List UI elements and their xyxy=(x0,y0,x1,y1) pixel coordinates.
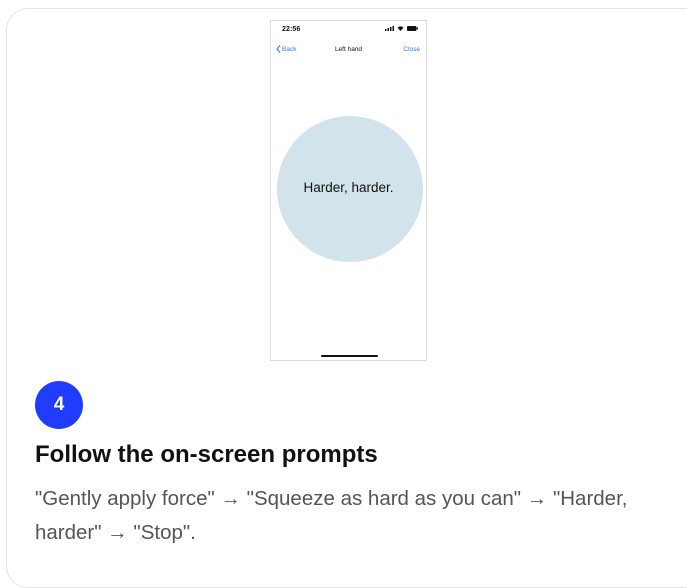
status-bar: 22:56 xyxy=(271,21,426,37)
step-title: Follow the on-screen prompts xyxy=(35,441,378,468)
close-button[interactable]: Close xyxy=(403,46,420,53)
signal-icon xyxy=(385,26,394,31)
nav-bar: Back Left hand Close xyxy=(271,43,426,59)
battery-icon xyxy=(407,26,418,31)
wifi-icon xyxy=(397,26,404,31)
phone-screenshot: 22:56 Back Left hand Close Harder, harde… xyxy=(270,20,427,361)
status-icons xyxy=(385,26,418,31)
step-number-badge: 4 xyxy=(35,381,83,429)
status-time: 22:56 xyxy=(282,26,301,33)
prompt-text: Harder, harder. xyxy=(303,180,394,195)
step-description: "Gently apply force" → "Squeeze as hard … xyxy=(35,487,628,544)
home-indicator xyxy=(321,355,378,357)
